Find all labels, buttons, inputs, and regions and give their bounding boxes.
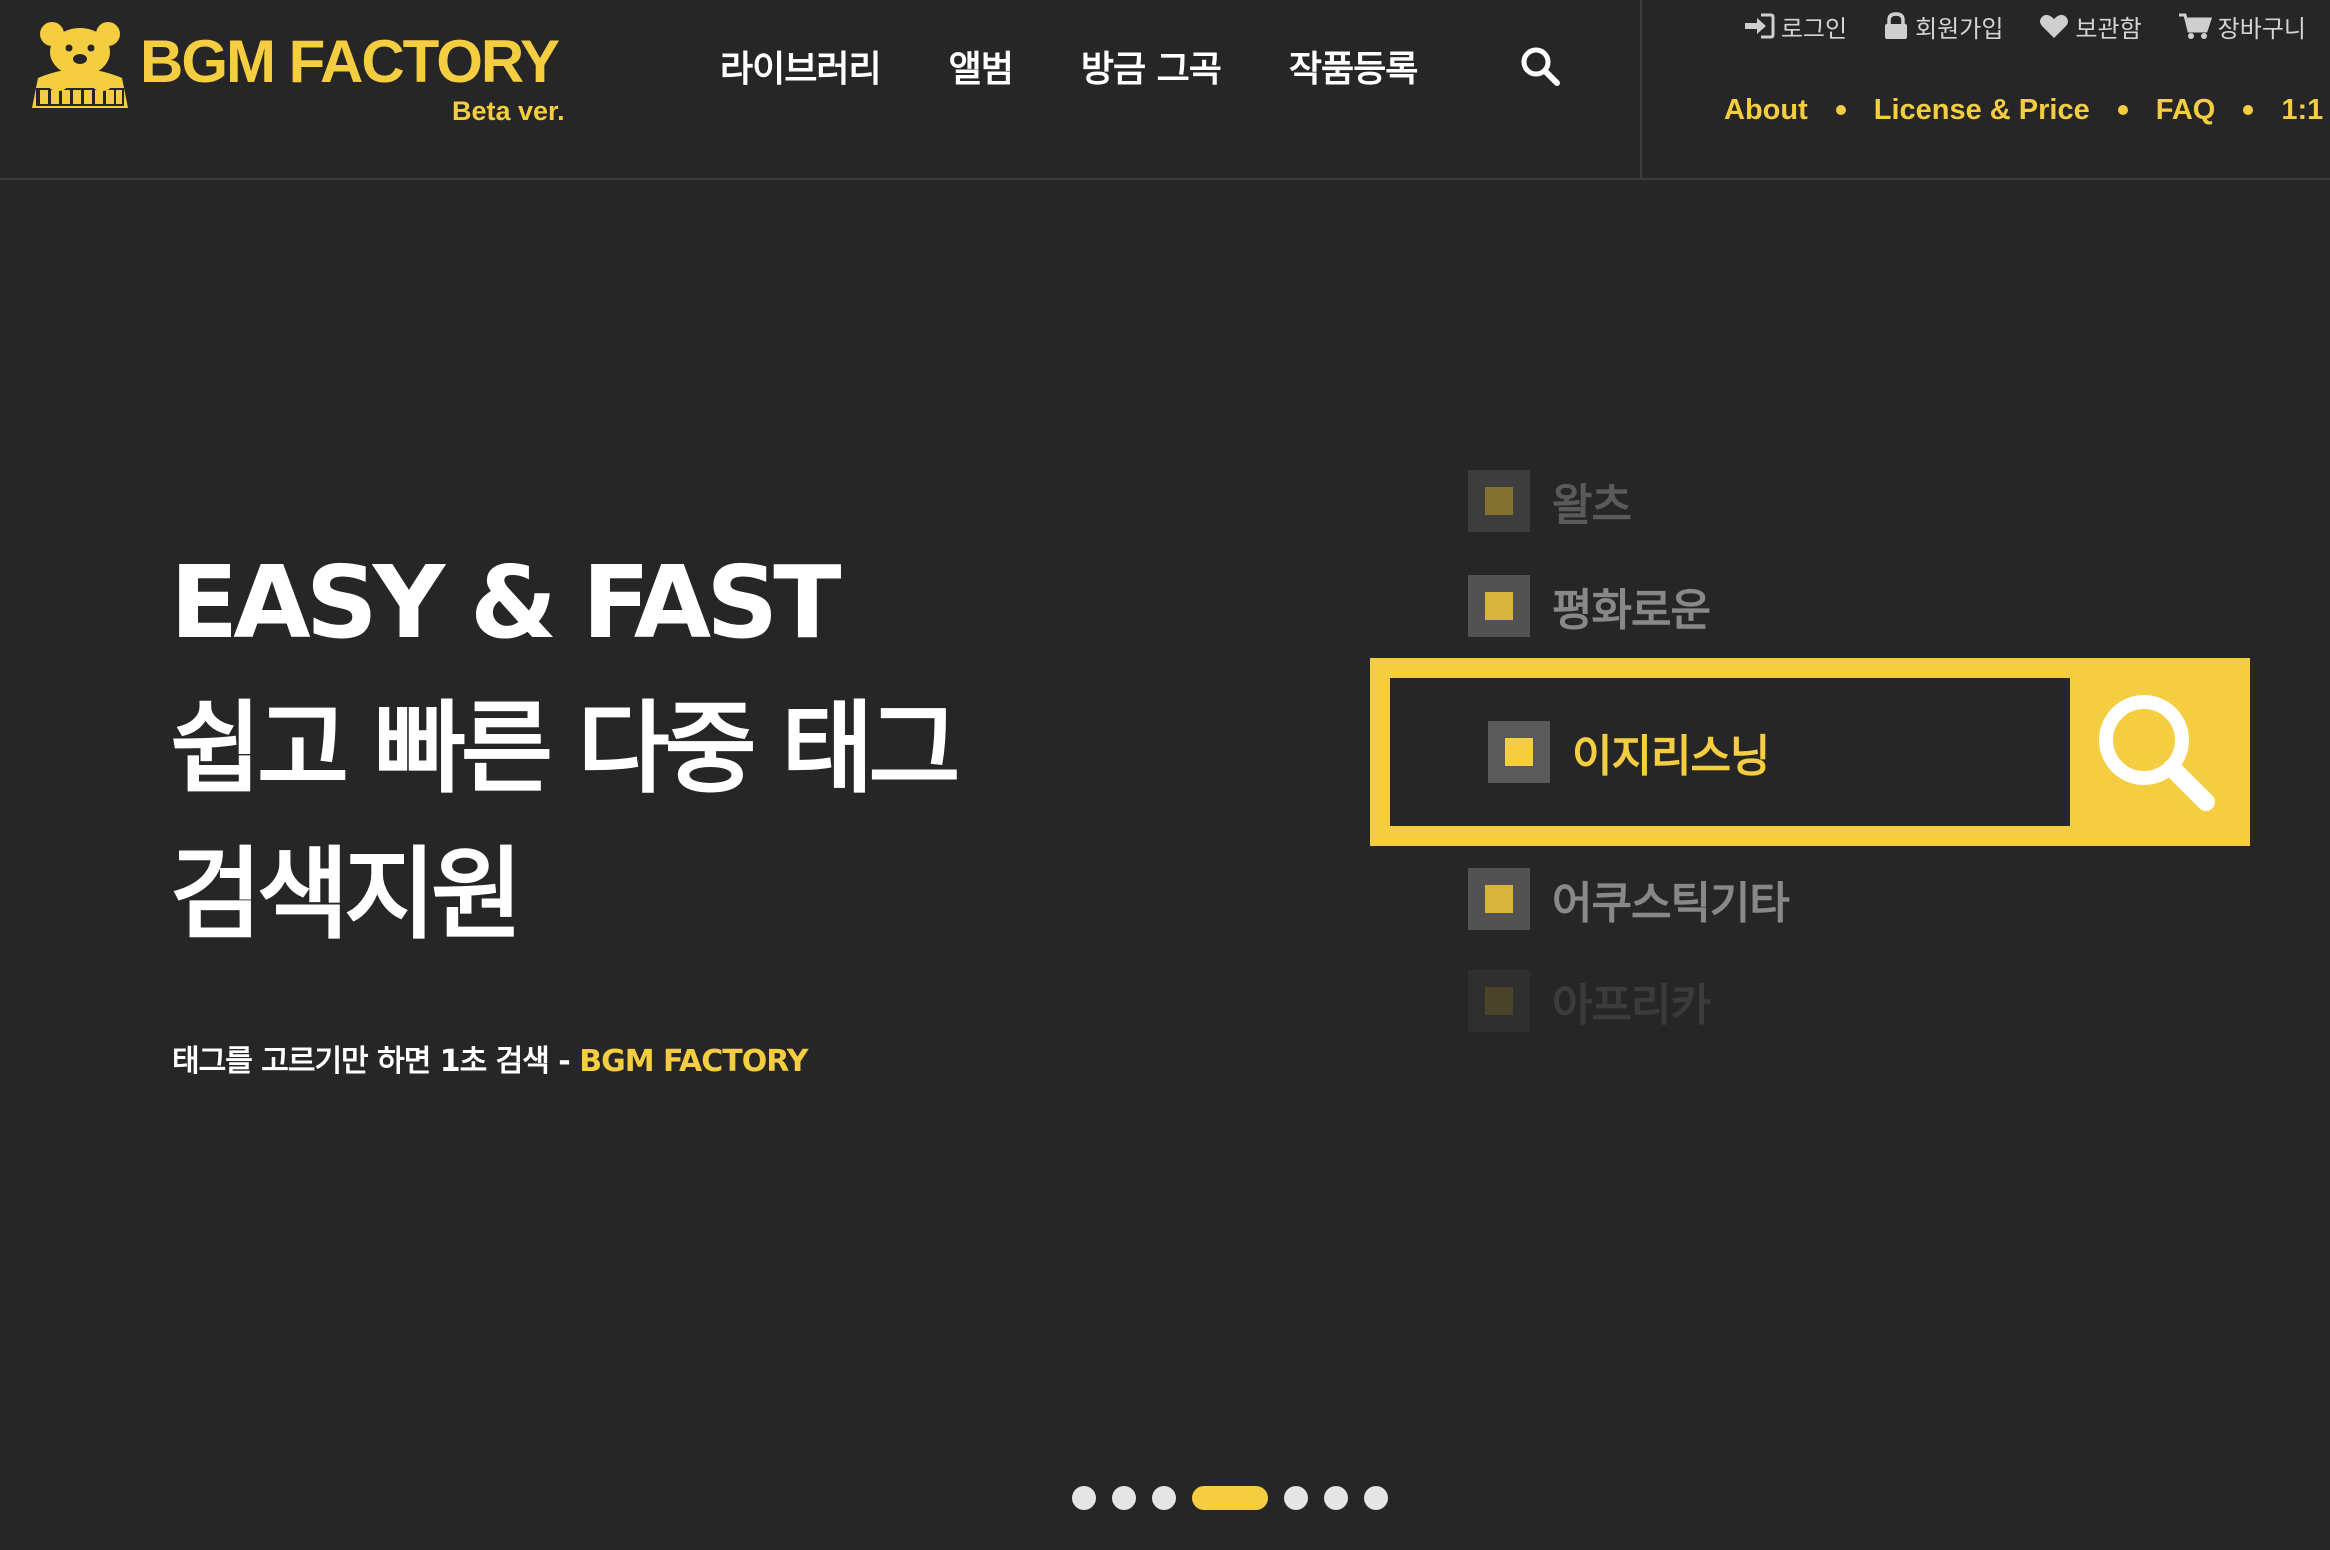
tag-item: 어쿠스틱기타 [1468,868,1790,930]
tag-item: 왈츠 [1468,470,1632,532]
hero-subtitle: 태그를 고르기만 하면 1초 검색 - BGM FACTORY [172,1036,808,1080]
slider-dot[interactable] [1364,1486,1388,1510]
hero-title-line: EASY & FAST [170,544,841,661]
slider-dot[interactable] [1324,1486,1348,1510]
tag-checkbox [1468,868,1530,930]
heart-icon [2040,14,2069,38]
slider-dot[interactable] [1152,1486,1176,1510]
nav-library[interactable]: 라이브러리 [720,40,882,92]
one-to-one-link[interactable]: 1:1 [2281,94,2323,127]
faq-link[interactable]: FAQ [2156,94,2216,127]
tag-label: 어쿠스틱기타 [1552,878,1790,929]
logo-beta-label: Beta ver. [452,96,565,126]
info-nav: About License & Price FAQ 1:1 [1724,90,2323,130]
slider-dot[interactable] [1072,1486,1096,1510]
tag-search-field: 이지리스닝 [1390,678,2070,826]
cart-label: 장바구니 [2217,14,2306,43]
selected-tag-item: 이지리스닝 [1488,721,1770,783]
tag-search-box: 이지리스닝 [1370,658,2250,846]
nav-submit-work[interactable]: 작품등록 [1289,40,1418,92]
slider-dot-active[interactable] [1192,1486,1268,1510]
separator-dot [2243,105,2254,115]
cart-icon [2178,13,2212,39]
login-icon [1744,13,1775,39]
tag-checkbox [1468,970,1530,1032]
logo-wordmark: BGM FACTORY [140,28,560,95]
slider-dot[interactable] [1284,1486,1308,1510]
lock-icon [1885,12,1908,39]
utility-nav: 로그인 회원가입 보관함 장바구니 [1707,8,2306,44]
nav-just-that-song[interactable]: 방금 그곡 [1081,40,1222,92]
login-link[interactable]: 로그인 [1743,9,1847,44]
slider-pagination [1072,1485,1404,1511]
signup-label: 회원가입 [1915,14,2004,43]
tag-checkbox [1468,575,1530,637]
tag-item: 평화로운 [1468,575,1711,637]
cart-link[interactable]: 장바구니 [2178,9,2306,44]
hero-title: EASY & FAST 쉽고 빠른 다중 태그 검색지원 [170,530,960,968]
search-icon[interactable] [1518,44,1562,88]
separator-dot [1835,105,1846,115]
tag-item: 아프리카 [1468,970,1711,1032]
hero-subtitle-brand: BGM FACTORY [579,1044,808,1079]
license-price-link[interactable]: License & Price [1874,94,2090,127]
site-header: BGM FACTORY Beta ver. 라이브러리 앨범 방금 그곡 작품등… [0,0,2330,180]
nav-album[interactable]: 앨범 [949,40,1014,92]
login-label: 로그인 [1780,14,1848,43]
magnifier-icon [2099,695,2215,811]
selected-tag-label: 이지리스닝 [1572,731,1770,782]
saved-link[interactable]: 보관함 [2039,9,2142,44]
hero-title-line: 쉽고 빠른 다중 태그 [170,690,960,807]
hero-title-line: 검색지원 [170,836,523,953]
tag-checkbox [1468,470,1530,532]
tag-label: 평화로운 [1552,585,1711,636]
hero-subtitle-text: 태그를 고르기만 하면 1초 검색 - [172,1044,580,1079]
slider-dot[interactable] [1112,1486,1136,1510]
tag-label: 아프리카 [1552,980,1711,1031]
utility-area: 로그인 회원가입 보관함 장바구니 About License & Price … [1640,0,2330,180]
tag-label: 왈츠 [1552,480,1632,531]
saved-label: 보관함 [2075,14,2142,43]
about-link[interactable]: About [1724,94,1808,127]
site-logo[interactable]: BGM FACTORY Beta ver. [28,20,588,130]
signup-link[interactable]: 회원가입 [1883,9,2003,44]
tag-checkbox [1488,721,1550,783]
separator-dot [2117,105,2128,115]
main-nav: 라이브러리 앨범 방금 그곡 작품등록 [720,38,1485,94]
bear-logo-icon [32,22,128,108]
